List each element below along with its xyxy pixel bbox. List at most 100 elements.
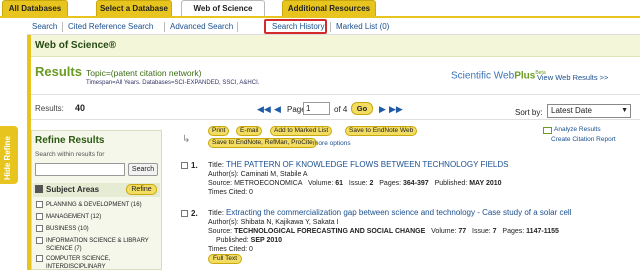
subject-area-label: COMPUTER SCIENCE, INTERDISCIPLINARY bbox=[46, 256, 111, 270]
volume-label: Volume: bbox=[307, 180, 334, 187]
nav-marked-list-link[interactable]: Marked List (0) bbox=[336, 18, 389, 35]
swp-plus-text: Plus bbox=[514, 70, 536, 82]
more-options-link[interactable]: more options bbox=[313, 140, 351, 147]
subject-areas-label: Subject Areas bbox=[46, 185, 100, 194]
record-number: 2. bbox=[191, 209, 198, 218]
subject-areas-header[interactable]: Subject Areas Refine bbox=[33, 183, 160, 197]
results-action-bar: ↳ Print E-mail Add to Marked List Save t… bbox=[178, 124, 640, 148]
record-title-link[interactable]: Extracting the commercialization gap bet… bbox=[226, 208, 572, 217]
record-published-line: Published: SEP 2010 bbox=[208, 236, 638, 245]
result-record: 2. Title: Extracting the commercializati… bbox=[178, 208, 640, 270]
save-to-endnote-web-button[interactable]: Save to EndNote Web bbox=[345, 126, 418, 136]
issue-label: Issue: bbox=[472, 228, 491, 235]
search-topic-query: Topic=(patent citation network) bbox=[86, 68, 202, 78]
hide-refine-tab[interactable]: Hide Refine bbox=[0, 126, 18, 184]
full-text-button[interactable]: Full Text bbox=[208, 254, 243, 264]
refine-results-title: Refine Results bbox=[35, 135, 105, 146]
pages-value: 1147-1155 bbox=[526, 228, 559, 235]
hide-refine-label: Hide Refine bbox=[3, 135, 12, 180]
results-heading: Results bbox=[35, 64, 82, 79]
checkbox[interactable] bbox=[36, 237, 43, 244]
times-cited: Times Cited: 0 bbox=[208, 246, 253, 253]
published-value: SEP 2010 bbox=[250, 237, 283, 244]
search-within-button[interactable]: Search bbox=[128, 163, 158, 176]
nav-divider bbox=[237, 22, 238, 32]
checkbox[interactable] bbox=[36, 201, 43, 208]
search-within-input[interactable] bbox=[35, 163, 125, 176]
title-label: Title: bbox=[208, 160, 224, 169]
product-banner: Web of Science® bbox=[31, 35, 640, 57]
record-authors: Author(s): Caminati M, Stabile A bbox=[208, 171, 308, 178]
sort-by-value: Latest Date bbox=[551, 106, 592, 115]
issue-value: 7 bbox=[492, 228, 497, 235]
refine-results-panel: Refine Results Search within results for… bbox=[31, 130, 162, 270]
nav-search-link[interactable]: Search bbox=[32, 18, 57, 35]
first-page-icon[interactable]: ◀◀ bbox=[257, 104, 271, 115]
go-button[interactable]: Go bbox=[351, 102, 373, 115]
page-number-input[interactable]: 1 bbox=[303, 102, 330, 115]
select-arrow-icon: ↳ bbox=[182, 134, 191, 145]
save-to-endnote-refman-procite-button[interactable]: Save to EndNote, RefMan, ProCite bbox=[208, 138, 317, 148]
nav-cited-reference-search-link[interactable]: Cited Reference Search bbox=[68, 18, 153, 35]
refine-button[interactable]: Refine bbox=[126, 184, 157, 195]
record-body: Title: Extracting the commercialization … bbox=[208, 208, 638, 264]
record-source-line: Source: METROECONOMICA Volume: 61 Issue:… bbox=[208, 179, 638, 188]
next-page-icon[interactable]: ▶ bbox=[379, 104, 386, 115]
record-title-link[interactable]: THE PATTERN OF KNOWLEDGE FLOWS BETWEEN T… bbox=[226, 160, 509, 169]
record-body: Title: THE PATTERN OF KNOWLEDGE FLOWS BE… bbox=[208, 160, 638, 197]
add-to-marked-list-button[interactable]: Add to Marked List bbox=[270, 126, 333, 136]
sort-by-label: Sort by: bbox=[515, 108, 543, 117]
volume-value: 61 bbox=[335, 180, 344, 187]
tab-select-database[interactable]: Select a Database bbox=[96, 0, 172, 16]
results-count-value: 40 bbox=[75, 103, 86, 113]
title-label: Title: bbox=[208, 208, 224, 217]
database-tab-bar: All Databases Select a Database Web of S… bbox=[0, 0, 640, 18]
pages-label: Pages: bbox=[502, 228, 525, 235]
create-citation-report-link[interactable]: Create Citation Report bbox=[551, 136, 616, 143]
record-checkbox[interactable] bbox=[181, 210, 188, 217]
product-title: Web of Science® bbox=[35, 40, 117, 51]
published-label: Published: bbox=[434, 180, 468, 187]
volume-label: Volume: bbox=[431, 228, 457, 235]
tab-all-databases[interactable]: All Databases bbox=[2, 0, 68, 16]
issue-label: Issue: bbox=[348, 180, 368, 187]
analyze-chart-icon bbox=[543, 127, 552, 134]
scientific-webplus-logo[interactable]: Scientific WebPlusBeta bbox=[451, 70, 546, 81]
source-value: METROECONOMICA bbox=[234, 180, 303, 187]
results-header: Results Topic=(patent citation network) … bbox=[31, 58, 640, 94]
issue-value: 2 bbox=[369, 180, 374, 187]
results-pager-row: Results: 40 ◀◀ ◀ Page 1 of 4 Go ▶ ▶▶ Sor… bbox=[31, 94, 640, 120]
volume-value: 77 bbox=[458, 228, 467, 235]
times-cited: Times Cited: 0 bbox=[208, 189, 253, 196]
record-checkbox[interactable] bbox=[181, 162, 188, 169]
checkbox[interactable] bbox=[36, 213, 43, 220]
sort-by-select[interactable]: Latest Date ▼ bbox=[547, 104, 631, 118]
subject-area-label: BUSINESS (10) bbox=[46, 226, 89, 232]
result-record: 1. Title: THE PATTERN OF KNOWLEDGE FLOWS… bbox=[178, 160, 640, 202]
analyze-results-link[interactable]: Analyze Results bbox=[554, 126, 601, 133]
collapse-icon[interactable] bbox=[35, 185, 43, 193]
last-page-icon[interactable]: ▶▶ bbox=[389, 104, 403, 115]
record-authors: Author(s): Shibata N, Kajikawa Y, Sakata… bbox=[208, 219, 339, 226]
source-value: TECHNOLOGICAL FORECASTING AND SOCIAL CHA… bbox=[234, 228, 426, 235]
search-timespan: Timespan=All Years. Databases=SCI-EXPAND… bbox=[86, 80, 260, 86]
page-total-label: of 4 bbox=[334, 105, 348, 114]
checkbox[interactable] bbox=[36, 225, 43, 232]
swp-web-text: Web bbox=[493, 70, 515, 82]
subject-area-label: MANAGEMENT (12) bbox=[46, 214, 102, 220]
nav-advanced-search-link[interactable]: Advanced Search bbox=[170, 18, 233, 35]
record-source-line: Source: TECHNOLOGICAL FORECASTING AND SO… bbox=[208, 227, 638, 236]
previous-page-icon[interactable]: ◀ bbox=[274, 104, 281, 115]
swp-scientific-text: Scientific bbox=[451, 70, 492, 82]
chevron-down-icon: ▼ bbox=[621, 107, 628, 114]
nav-search-history-link[interactable]: Search History bbox=[272, 18, 324, 35]
subject-area-label: PLANNING & DEVELOPMENT (16) bbox=[46, 202, 142, 208]
print-button[interactable]: Print bbox=[208, 126, 230, 136]
view-web-results-link[interactable]: View Web Results >> bbox=[537, 73, 608, 82]
nav-divider bbox=[164, 22, 165, 32]
source-label: Source: bbox=[208, 228, 233, 235]
pages-label: Pages: bbox=[379, 180, 402, 187]
tab-additional-resources[interactable]: Additional Resources bbox=[282, 0, 376, 16]
checkbox[interactable] bbox=[36, 255, 43, 262]
email-button[interactable]: E-mail bbox=[236, 126, 263, 136]
